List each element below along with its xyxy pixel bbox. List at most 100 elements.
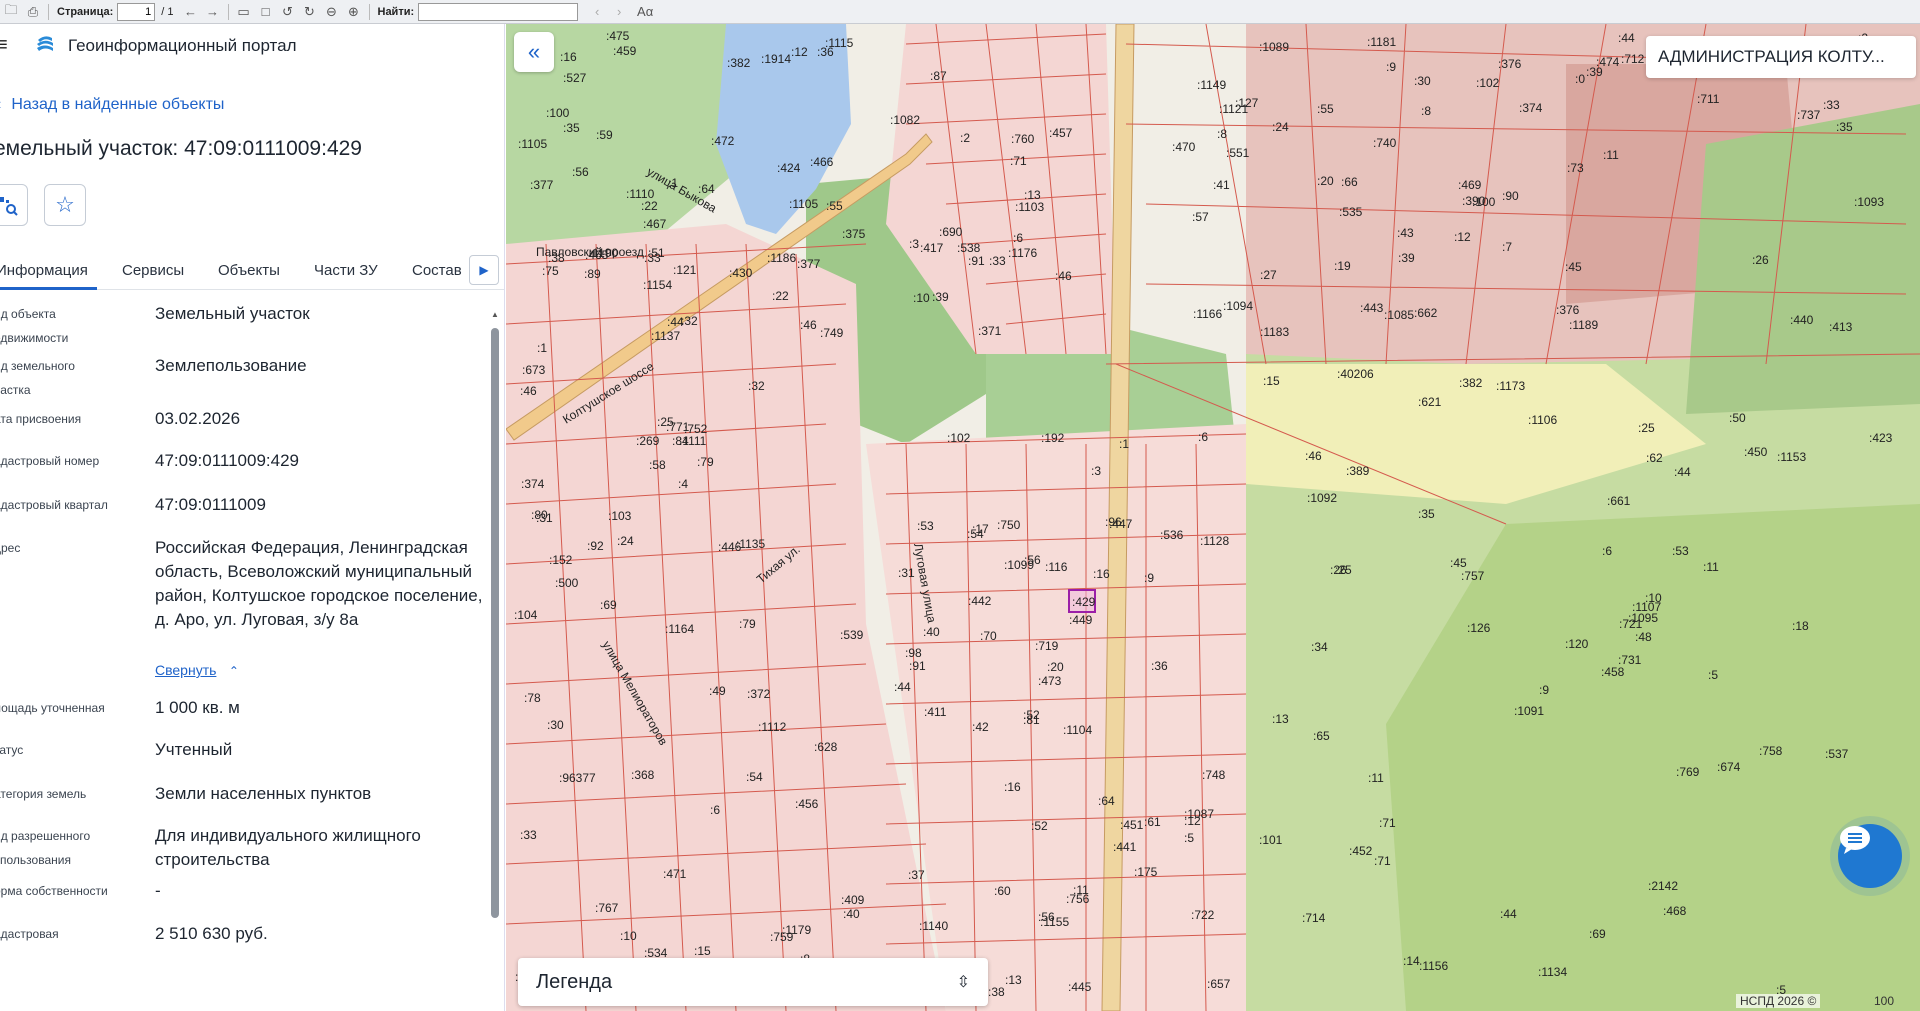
parcel-label: :192 (1041, 431, 1065, 445)
page-number-input[interactable] (117, 2, 156, 21)
collapse-link[interactable]: Свернуть (155, 662, 216, 678)
parcel-label: :96 (1105, 515, 1122, 529)
parcel-label: :9 (1539, 683, 1549, 697)
parcel-label: :24 (617, 534, 634, 548)
parcel-label: :38 (988, 985, 1005, 999)
parcel-label: :535 (1339, 205, 1363, 219)
scroll-up-icon[interactable]: ▲ (491, 310, 499, 319)
locate-on-map-button[interactable] (0, 184, 28, 226)
rotate-left-icon[interactable]: ↺ (277, 2, 299, 22)
parcel-label: :4 (678, 477, 688, 491)
parcel-label: :527 (563, 71, 587, 85)
legend-label: Легенда (536, 970, 613, 993)
zoom-out-icon[interactable]: ⊖ (321, 2, 343, 22)
parcel-label: :15 (694, 944, 711, 958)
parcel-label: :372 (747, 687, 771, 701)
star-icon: ☆ (55, 192, 75, 217)
tab-information[interactable]: Информация (0, 262, 88, 279)
rotate-right-icon[interactable]: ↻ (299, 2, 321, 22)
parcel-label: :11 (1703, 560, 1719, 574)
parcel-label: :16 (1093, 567, 1110, 581)
tab-bar: Информация Сервисы Объекты Части ЗУ Сост… (0, 252, 504, 290)
open-icon[interactable]: 🗀 (0, 2, 22, 22)
parcel-label: :40 (923, 625, 940, 639)
hamburger-menu-icon[interactable]: ≡ (0, 34, 8, 57)
find-prev-icon[interactable]: ‹ (586, 2, 608, 22)
parcel-label: :443 (1360, 301, 1384, 315)
parcel-label: :16 (560, 50, 577, 64)
parcel-label: :49 (709, 684, 726, 698)
parcel-label: :442 (968, 594, 992, 608)
map-canvas[interactable]: :1105:1121:1164:1140:721:121:712:752:447… (506, 24, 1920, 1011)
prev-page-icon[interactable]: ← (180, 2, 202, 22)
parcel-label: :102 (947, 431, 971, 445)
tab-parts[interactable]: Части ЗУ (314, 262, 378, 279)
parcel-label: :760 (1011, 132, 1035, 146)
parcel-label: :39 (932, 290, 949, 304)
parcel-label: :1 (1119, 437, 1129, 451)
parcel-label: :56 (572, 165, 589, 179)
favorite-button[interactable]: ☆ (44, 184, 86, 226)
tabs-scroll-right-button[interactable]: ▶ (469, 255, 499, 285)
parcel-label: :390 (1462, 194, 1486, 208)
parcel-label: :450 (1744, 445, 1768, 459)
back-to-results-link[interactable]: ‹ Назад в найденные объекты (0, 96, 224, 114)
parcel-label: :52 (1031, 819, 1048, 833)
match-case-button[interactable]: Aα (630, 2, 660, 22)
chat-button[interactable] (1838, 824, 1902, 888)
property-label: адастровая (0, 927, 59, 941)
parcel-label: :1085 (1384, 308, 1414, 322)
collapse-toggle[interactable]: Свернуть ⌃ (155, 662, 239, 680)
property-label: ид земельного частка (0, 359, 75, 397)
legend-dropdown[interactable]: Легенда ⇳ (518, 958, 988, 1006)
find-next-icon[interactable]: › (608, 2, 630, 22)
parcel-label: :12 (1184, 814, 1201, 828)
tab-services[interactable]: Сервисы (122, 262, 184, 279)
admin-area-badge[interactable]: АДМИНИСТРАЦИЯ КОЛТУ... (1646, 36, 1916, 78)
property-value: 47:09:0111009 (155, 495, 266, 514)
print-icon[interactable]: ⎙ (22, 2, 44, 22)
fit-page-icon[interactable]: □ (255, 2, 277, 22)
parcel-label: :673 (522, 363, 546, 377)
parcel-label: :15 (1263, 374, 1280, 388)
parcel-label: :1089 (1259, 40, 1289, 54)
parcel-label: :1137 (651, 329, 680, 343)
parcel-label: :6 (1602, 544, 1612, 558)
fit-width-icon[interactable]: ▭ (233, 2, 255, 22)
find-input[interactable] (418, 2, 579, 21)
parcel-label: :371 (978, 324, 1002, 338)
parcel-label: :91 (909, 659, 926, 673)
parcel-label: :749 (820, 326, 844, 340)
parcel-label: :175 (1134, 865, 1158, 879)
panel-scrollbar[interactable]: ▲ (491, 292, 499, 1011)
find-label: Найти: (377, 5, 415, 18)
parcel-label: :2142 (1648, 879, 1678, 893)
property-label: лощадь уточненная (0, 701, 105, 715)
parcel-label: :661 (1607, 494, 1631, 508)
zoom-in-icon[interactable]: ⊕ (343, 2, 365, 22)
parcel-label: :445 (1068, 980, 1092, 994)
page-label: Страница: (57, 5, 114, 18)
scrollbar-thumb[interactable] (491, 328, 499, 918)
map-scale: 100 (1874, 994, 1895, 1008)
parcel-label: :1164 (665, 622, 694, 636)
parcel-label: :1 (537, 341, 547, 355)
parcel-label: :53 (1672, 544, 1689, 558)
parcel-label: :451 (1120, 818, 1144, 832)
cadastral-map[interactable]: :1105:1121:1164:1140:721:121:712:752:447… (506, 24, 1920, 1011)
parcel-label: :457 (1049, 126, 1073, 140)
parcel-label: :56 (1038, 910, 1055, 924)
street-label: Павловский проезд (536, 245, 644, 259)
collapse-panel-button[interactable]: « (514, 32, 554, 72)
parcel-label: :60 (994, 884, 1011, 898)
parcel-label: :37 (908, 868, 925, 882)
parcel-label: :466 (810, 155, 834, 169)
parcel-label: :35 (1836, 120, 1853, 134)
tab-objects[interactable]: Объекты (218, 262, 280, 279)
property-label: орма собственности (0, 884, 108, 898)
parcel-label: :767 (595, 901, 619, 915)
tab-composition[interactable]: Состав (412, 262, 462, 279)
next-page-icon[interactable]: → (202, 2, 224, 22)
parcel-label: :39 (1586, 65, 1603, 79)
parcel-label: :55 (826, 199, 843, 213)
